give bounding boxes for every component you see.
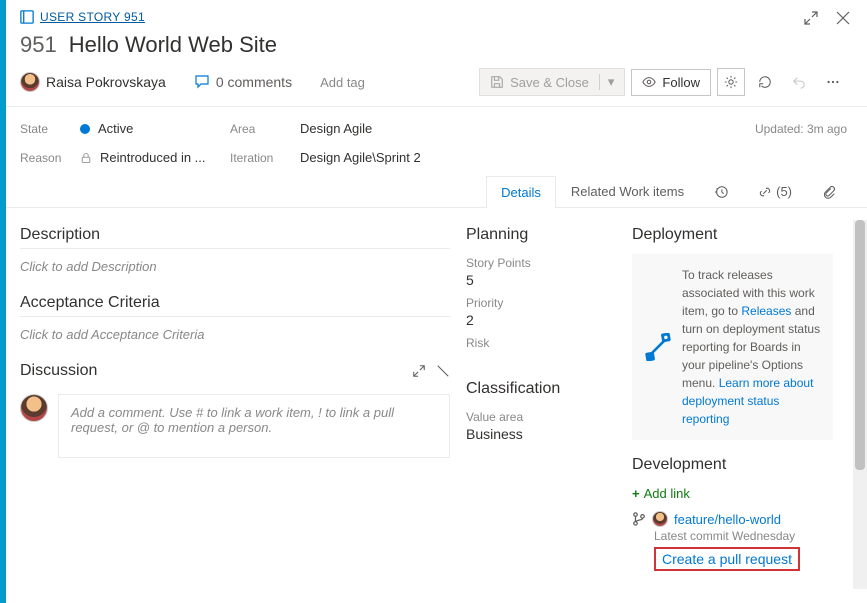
tab-links-count: (5) xyxy=(776,184,792,199)
chevron-down-icon: ▾ xyxy=(599,74,615,90)
undo-icon xyxy=(792,75,806,89)
comment-input[interactable]: Add a comment. Use # to link a work item… xyxy=(58,394,450,458)
gear-icon xyxy=(724,75,738,89)
acceptance-heading: Acceptance Criteria xyxy=(20,294,450,317)
tab-related[interactable]: Related Work items xyxy=(556,175,699,207)
work-item-id: 951 xyxy=(20,32,57,58)
tab-attachments[interactable] xyxy=(807,175,851,207)
deployment-heading: Deployment xyxy=(632,226,833,248)
user-story-icon xyxy=(20,10,34,24)
scrollbar-thumb[interactable] xyxy=(855,220,865,470)
save-icon xyxy=(490,75,504,89)
more-actions-button[interactable] xyxy=(819,68,847,96)
ellipsis-icon xyxy=(826,75,840,89)
add-link-button[interactable]: + Add link xyxy=(632,486,833,501)
iteration-value[interactable]: Design Agile\Sprint 2 xyxy=(300,150,755,165)
link-icon xyxy=(758,185,772,199)
save-close-button: Save & Close ▾ xyxy=(479,68,625,96)
story-points-value[interactable]: 5 xyxy=(466,272,616,288)
classification-heading: Classification xyxy=(466,380,616,402)
settings-button[interactable] xyxy=(717,68,745,96)
avatar xyxy=(20,394,48,422)
avatar xyxy=(652,511,668,527)
description-placeholder[interactable]: Click to add Description xyxy=(20,253,450,288)
state-picker[interactable]: Active xyxy=(80,121,230,136)
add-tag-button[interactable]: Add tag xyxy=(320,75,365,90)
tab-history[interactable] xyxy=(699,175,743,207)
priority-value[interactable]: 2 xyxy=(466,312,616,328)
undo-button[interactable] xyxy=(785,68,813,96)
reason-value-wrap[interactable]: Reintroduced in ... xyxy=(80,150,230,165)
description-heading: Description xyxy=(20,226,450,249)
iteration-label: Iteration xyxy=(230,151,300,165)
tab-details[interactable]: Details xyxy=(486,176,556,208)
expand-icon[interactable] xyxy=(412,364,426,378)
add-link-label: Add link xyxy=(644,486,690,501)
scrollbar[interactable] xyxy=(853,220,867,589)
value-area-label: Value area xyxy=(466,410,616,424)
eye-icon xyxy=(642,75,656,89)
tab-links[interactable]: (5) xyxy=(743,175,807,207)
breadcrumb-link[interactable]: USER STORY 951 xyxy=(40,10,145,24)
discussion-heading: Discussion xyxy=(20,362,97,380)
work-item-title[interactable]: Hello World Web Site xyxy=(69,32,277,58)
area-label: Area xyxy=(230,122,300,136)
priority-label: Priority xyxy=(466,296,616,310)
assignee-picker[interactable]: Raisa Pokrovskaya xyxy=(20,72,166,92)
history-icon xyxy=(714,185,728,199)
create-pr-link[interactable]: Create a pull request xyxy=(662,551,792,567)
save-close-label: Save & Close xyxy=(510,75,589,90)
follow-label: Follow xyxy=(662,75,700,90)
plus-icon: + xyxy=(632,486,640,501)
commit-meta: Latest commit Wednesday xyxy=(632,529,833,543)
state-value: Active xyxy=(98,121,133,136)
comments-button[interactable]: 0 comments xyxy=(194,74,292,90)
state-label: State xyxy=(20,122,80,136)
fullscreen-icon[interactable] xyxy=(803,10,819,29)
acceptance-placeholder[interactable]: Click to add Acceptance Criteria xyxy=(20,321,450,356)
branch-icon xyxy=(632,512,646,526)
deployment-info-card: To track releases associated with this w… xyxy=(632,254,833,440)
updated-timestamp: Updated: 3m ago xyxy=(755,122,847,136)
story-points-label: Story Points xyxy=(466,256,616,270)
refresh-button[interactable] xyxy=(751,68,779,96)
close-icon[interactable] xyxy=(835,10,851,29)
assignee-name: Raisa Pokrovskaya xyxy=(46,74,166,90)
lock-icon xyxy=(80,152,92,164)
branch-name: feature/hello-world xyxy=(674,512,781,527)
reason-label: Reason xyxy=(20,151,80,165)
refresh-icon xyxy=(758,75,772,89)
value-area-value[interactable]: Business xyxy=(466,426,616,442)
area-value[interactable]: Design Agile xyxy=(300,121,755,136)
branch-item[interactable]: feature/hello-world xyxy=(632,511,833,527)
reason-value: Reintroduced in ... xyxy=(100,150,206,165)
comments-count: 0 comments xyxy=(216,74,292,90)
risk-label: Risk xyxy=(466,336,616,350)
comment-icon xyxy=(194,74,210,90)
follow-button[interactable]: Follow xyxy=(631,69,711,96)
planning-heading: Planning xyxy=(466,226,616,248)
releases-link[interactable]: Releases xyxy=(741,304,791,318)
state-dot-icon xyxy=(80,124,90,134)
attachment-icon xyxy=(822,185,836,199)
avatar xyxy=(20,72,40,92)
collapse-icon[interactable] xyxy=(436,364,450,378)
pipeline-icon xyxy=(644,333,672,361)
development-heading: Development xyxy=(632,456,833,478)
